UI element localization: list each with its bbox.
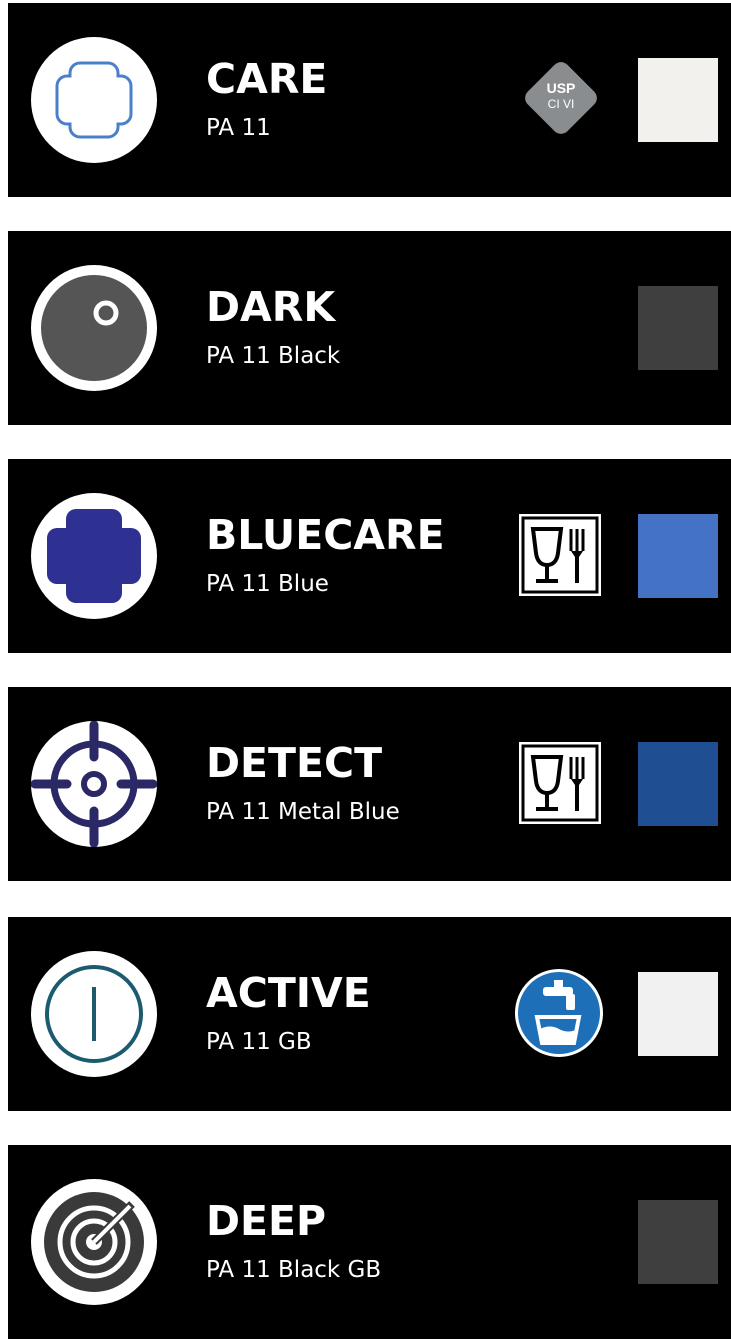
- product-name: CARE: [206, 55, 328, 103]
- product-grade: PA 11 Metal Blue: [206, 799, 400, 825]
- power-line-icon: [31, 951, 157, 1077]
- product-grade: PA 11 Blue: [206, 571, 329, 597]
- product-grade: PA 11 GB: [206, 1029, 312, 1055]
- color-swatch: [638, 58, 718, 142]
- product-grade: PA 11: [206, 115, 271, 141]
- product-grade: PA 11 Black: [206, 343, 341, 369]
- color-swatch: [638, 286, 718, 370]
- product-card-detect: DETECT PA 11 Metal Blue: [8, 687, 731, 881]
- food-contact-icon: [518, 513, 602, 597]
- product-name: DETECT: [206, 739, 383, 787]
- color-swatch: [638, 514, 718, 598]
- drinking-water-icon: [513, 967, 605, 1059]
- product-card-active: ACTIVE PA 11 GB: [8, 917, 731, 1111]
- color-swatch: [638, 1200, 718, 1284]
- blue-cross-icon: [31, 493, 157, 619]
- product-name: DARK: [206, 283, 336, 331]
- product-name: DEEP: [206, 1197, 327, 1245]
- crosshair-icon: [31, 721, 157, 847]
- usp-class-vi-badge: USP CI VI: [511, 48, 611, 148]
- food-contact-icon: [518, 741, 602, 825]
- product-name: BLUECARE: [206, 511, 445, 559]
- product-card-dark: DARK PA 11 Black: [8, 231, 731, 425]
- color-swatch: [638, 972, 718, 1056]
- radar-target-icon: [31, 1179, 157, 1305]
- product-card-care: CARE PA 11 USP CI VI: [8, 3, 731, 197]
- product-card-bluecare: BLUECARE PA 11 Blue: [8, 459, 731, 653]
- product-grade: PA 11 Black GB: [206, 1257, 382, 1283]
- product-name: ACTIVE: [206, 969, 371, 1017]
- product-card-deep: DEEP PA 11 Black GB: [8, 1145, 731, 1339]
- usp-badge-line2: CI VI: [548, 97, 575, 111]
- dark-ball-icon: [31, 265, 157, 391]
- cross-outline-icon: [31, 37, 157, 163]
- usp-badge-line1: USP: [547, 80, 576, 96]
- color-swatch: [638, 742, 718, 826]
